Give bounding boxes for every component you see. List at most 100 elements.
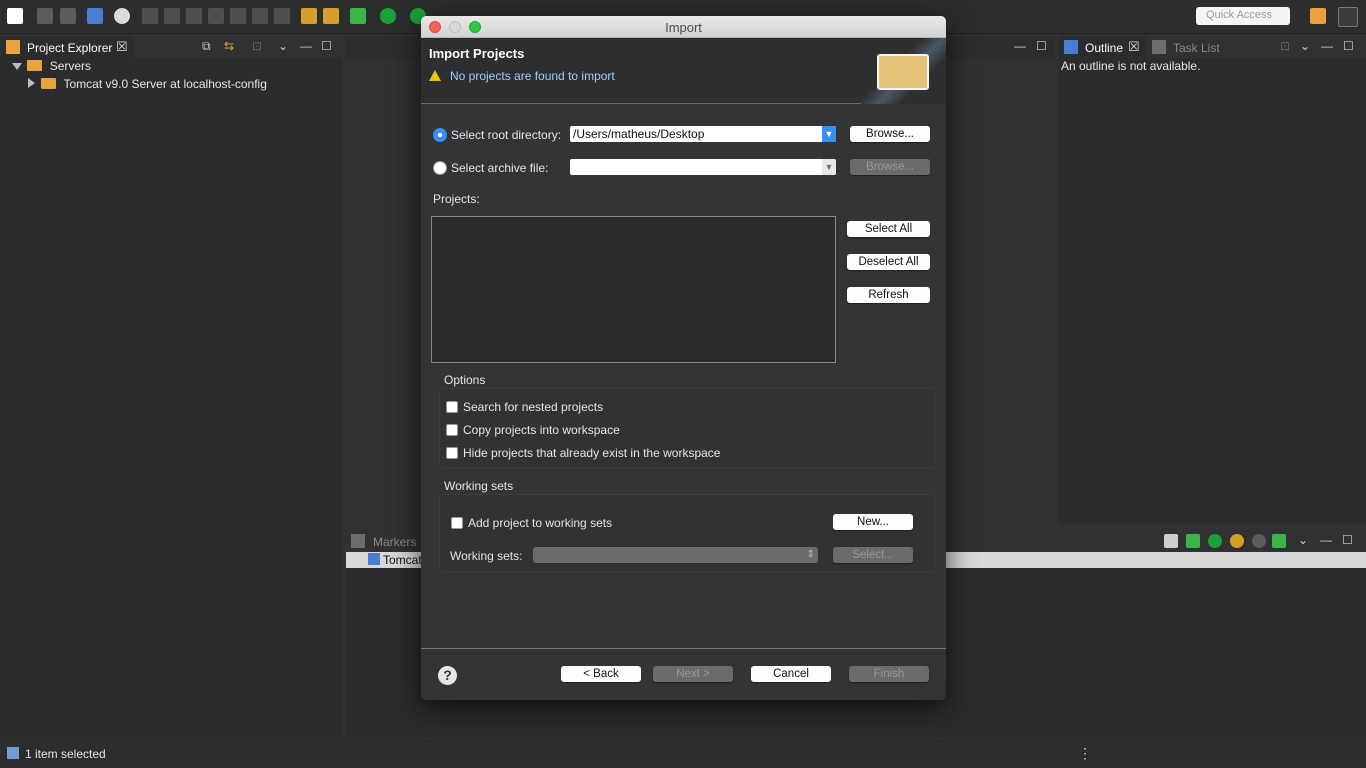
skip-breakpoints-icon[interactable] [114, 8, 130, 24]
root-directory-combo[interactable]: /Users/matheus/Desktop ▼ [570, 126, 836, 142]
dialog-titlebar: Import [421, 16, 946, 38]
collapse-all-icon[interactable]: ⧉ [202, 39, 211, 54]
view-menu-icon[interactable]: ⌄ [278, 39, 288, 53]
archive-file-combo[interactable]: ▼ [570, 159, 836, 175]
chevron-updown-icon[interactable]: ⇕ [807, 547, 815, 563]
focus-icon[interactable]: ⊡ [252, 39, 262, 53]
tab-markers-label: Markers [373, 535, 417, 549]
step-over-icon[interactable] [252, 8, 268, 24]
archive-file-radio[interactable] [433, 161, 447, 175]
working-sets-combo[interactable]: ⇕ [533, 547, 818, 563]
next-button[interactable]: Next > [653, 666, 733, 682]
import-folder-icon [877, 54, 929, 90]
tab-task-list[interactable]: Task List [1146, 36, 1246, 58]
save-icon[interactable] [37, 8, 53, 24]
new-file-icon[interactable] [7, 8, 23, 24]
view-menu-icon[interactable]: ⌄ [1298, 533, 1308, 547]
select-all-button[interactable]: Select All [847, 221, 930, 237]
help-icon[interactable]: ? [438, 666, 457, 685]
open-perspective-icon[interactable] [1310, 8, 1326, 24]
open-console-icon[interactable] [87, 8, 103, 24]
collapse-arrow-icon[interactable] [28, 78, 35, 88]
debug-server-icon[interactable] [1186, 534, 1200, 548]
table-row-label: Tomcat [383, 553, 422, 567]
projects-label: Projects: [433, 192, 480, 206]
expand-arrow-icon[interactable] [12, 63, 22, 70]
use-step-filters-icon[interactable] [323, 8, 339, 24]
hide-existing-checkbox[interactable] [446, 447, 458, 459]
debug-icon[interactable] [350, 8, 366, 24]
refresh-button[interactable]: Refresh [847, 287, 930, 303]
outline-tabbar: Outline ☒ Task List ⊡ ⌄ — ☐ [1058, 36, 1366, 58]
step-into-icon[interactable] [230, 8, 246, 24]
start-server-icon[interactable] [1208, 534, 1222, 548]
project-explorer-panel: Project Explorer ☒ ⧉ ⇆ ⊡ ⌄ — ☐ Servers T… [0, 36, 342, 738]
tree-item-tomcat-server[interactable]: Tomcat v9.0 Server at localhost-config [28, 77, 267, 91]
disconnect-icon[interactable] [208, 8, 224, 24]
working-sets-group-label: Working sets [444, 479, 514, 493]
markers-icon [351, 534, 365, 548]
tab-markers[interactable]: Markers [346, 530, 426, 552]
cancel-button[interactable]: Cancel [751, 666, 831, 682]
browse-directory-button[interactable]: Browse... [850, 126, 930, 142]
maximize-icon[interactable]: ☐ [321, 39, 332, 53]
stop-server-icon[interactable] [1252, 534, 1266, 548]
deselect-all-button[interactable]: Deselect All [847, 254, 930, 270]
dialog-window-title: Import [665, 20, 702, 35]
profile-server-icon[interactable] [1230, 534, 1244, 548]
run-icon[interactable] [380, 8, 396, 24]
close-icon[interactable]: ☒ [1128, 40, 1140, 53]
minimize-icon[interactable]: — [1014, 39, 1026, 53]
nested-projects-checkbox[interactable] [446, 401, 458, 413]
quick-access-field[interactable]: Quick Access [1196, 7, 1290, 25]
tab-task-list-label: Task List [1173, 41, 1220, 55]
more-options-icon[interactable]: ⋮ [1078, 745, 1092, 762]
tab-project-explorer[interactable]: Project Explorer ☒ [0, 36, 134, 58]
browse-archive-button[interactable]: Browse... [850, 159, 930, 175]
task-list-icon [1152, 40, 1166, 54]
suspend-icon[interactable] [164, 8, 180, 24]
tab-outline[interactable]: Outline ☒ [1058, 36, 1146, 58]
step-return-icon[interactable] [274, 8, 290, 24]
tree-item-label: Servers [49, 59, 92, 73]
select-working-sets-button[interactable]: Select... [833, 547, 913, 563]
maximize-icon[interactable]: ☐ [1343, 39, 1354, 53]
back-button[interactable]: < Back [561, 666, 641, 682]
terminate-icon[interactable] [186, 8, 202, 24]
minimize-icon[interactable]: — [1321, 39, 1333, 53]
finish-button[interactable]: Finish [849, 666, 929, 682]
copy-projects-label: Copy projects into workspace [463, 423, 620, 437]
project-explorer-tabbar: Project Explorer ☒ ⧉ ⇆ ⊡ ⌄ — ☐ [0, 36, 342, 58]
focus-icon[interactable]: ⊡ [1280, 39, 1290, 53]
new-working-set-button[interactable]: New... [833, 514, 913, 530]
status-bar: 1 item selected ⋮ [0, 739, 1366, 768]
publish-icon[interactable] [1272, 534, 1286, 548]
root-directory-radio[interactable] [433, 128, 447, 142]
drop-to-frame-icon[interactable] [301, 8, 317, 24]
outline-icon [1064, 40, 1078, 54]
folder-icon [41, 78, 57, 89]
minimize-icon[interactable]: — [300, 39, 312, 53]
tree-item-label: Tomcat v9.0 Server at localhost-config [63, 77, 267, 91]
close-icon[interactable]: ☒ [116, 40, 128, 53]
maximize-icon[interactable]: ☐ [1036, 39, 1047, 53]
java-ee-perspective-icon[interactable] [1338, 7, 1358, 27]
root-directory-value: /Users/matheus/Desktop [573, 127, 705, 141]
resume-icon[interactable] [142, 8, 158, 24]
maximize-icon[interactable]: ☐ [1342, 533, 1353, 547]
save-all-icon[interactable] [60, 8, 76, 24]
projects-list[interactable] [431, 216, 836, 363]
add-to-working-sets-checkbox[interactable] [451, 517, 463, 529]
link-with-editor-icon[interactable]: ⇆ [224, 39, 234, 53]
chevron-down-icon[interactable]: ▼ [822, 126, 836, 142]
minimize-icon[interactable]: — [1320, 533, 1332, 547]
server-icon [368, 553, 380, 565]
dialog-header: Import Projects No projects are found to… [421, 38, 946, 104]
nested-projects-label: Search for nested projects [463, 400, 604, 414]
collapse-all-icon[interactable] [1164, 534, 1178, 548]
chevron-down-icon[interactable]: ▼ [822, 159, 836, 175]
view-menu-icon[interactable]: ⌄ [1300, 39, 1310, 53]
copy-projects-checkbox[interactable] [446, 424, 458, 436]
outline-panel: Outline ☒ Task List ⊡ ⌄ — ☐ An outline i… [1058, 36, 1366, 524]
tree-item-servers[interactable]: Servers [12, 59, 91, 73]
